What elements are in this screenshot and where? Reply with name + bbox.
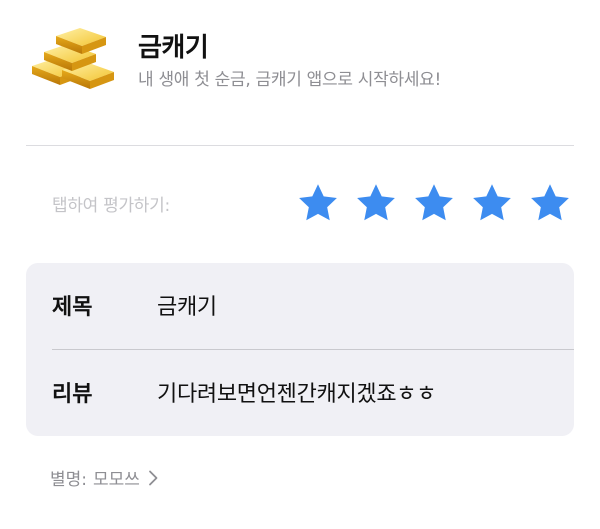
app-name: 금캐기 <box>138 33 209 63</box>
title-field[interactable]: 금캐기 <box>157 289 217 321</box>
app-subtitle: 내 생애 첫 순금, 금캐기 앱으로 시작하세요! <box>138 70 442 90</box>
star-icon-2[interactable] <box>354 181 398 225</box>
chevron-right-icon <box>148 470 158 486</box>
title-label: 제목 <box>52 295 93 320</box>
star-icon-4[interactable] <box>470 181 514 225</box>
star-icon-5[interactable] <box>528 181 572 225</box>
divider <box>26 145 574 146</box>
app-header: 금캐기 내 생애 첫 순금, 금캐기 앱으로 시작하세요! <box>0 0 600 110</box>
rating-prompt: 탭하여 평가하기: <box>52 196 170 216</box>
review-label: 리뷰 <box>52 382 93 407</box>
gold-bars-icon <box>26 22 122 92</box>
nickname-value: 모모쓰 <box>93 470 140 490</box>
nickname-row[interactable]: 별명: 모모쓰 <box>50 465 158 490</box>
card-divider <box>52 349 574 350</box>
nickname-label: 별명: <box>50 470 88 490</box>
review-form: 제목 금캐기 리뷰 기다려보면언젠간캐지겠죠ㅎㅎ <box>26 263 574 436</box>
star-icon-1[interactable] <box>296 181 340 225</box>
star-icon-3[interactable] <box>412 181 456 225</box>
review-field[interactable]: 기다려보면언젠간캐지겠죠ㅎㅎ <box>157 376 436 408</box>
